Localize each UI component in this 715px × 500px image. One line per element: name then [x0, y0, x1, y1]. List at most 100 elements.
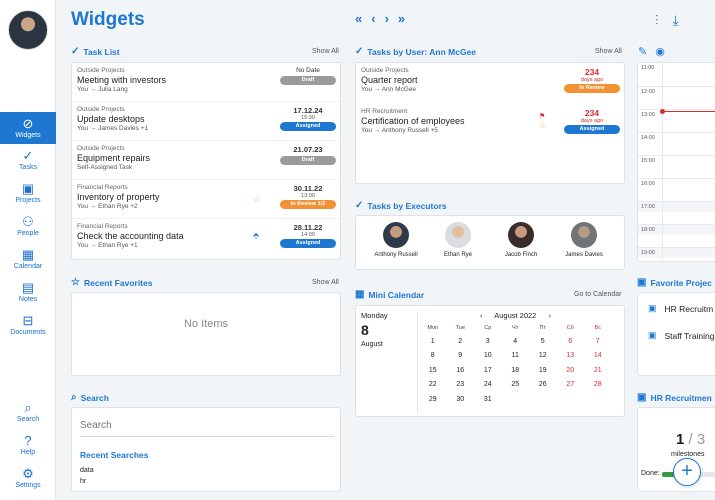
eye-icon[interactable]: ◉: [655, 45, 665, 58]
task-item[interactable]: Outside Projects Update desktops You → J…: [72, 102, 340, 141]
recent-search-item[interactable]: data: [80, 467, 94, 474]
tasks-by-user-show-all-link[interactable]: Show All: [595, 48, 622, 55]
task-item[interactable]: HR Recruitment Certification of employee…: [356, 104, 624, 144]
recent-search-item[interactable]: hr: [80, 478, 86, 485]
calendar-day[interactable]: 1: [419, 334, 447, 349]
calendar-day[interactable]: 29: [419, 392, 447, 407]
weekday-header: Mon: [427, 325, 439, 331]
task-list-title: Task List: [83, 46, 120, 57]
calendar-day[interactable]: 9: [447, 349, 475, 364]
search-header: ⌕ Search: [71, 392, 109, 403]
calendar-day[interactable]: 11: [502, 349, 530, 364]
calendar-day[interactable]: 14: [584, 349, 612, 364]
calendar-day[interactable]: 26: [529, 378, 557, 393]
calendar-day[interactable]: 3: [474, 334, 502, 349]
favorite-projects-card: ▣ HR Recruitm ▣ Staff Training: [637, 292, 715, 376]
calendar-day[interactable]: 18: [502, 363, 530, 378]
favorite-projects-header: ▣ Favorite Projec: [637, 277, 712, 288]
sidebar-item-people[interactable]: ⚇ People: [0, 210, 56, 242]
sidebar-item-search[interactable]: ⌕ Search: [0, 396, 56, 428]
next-arrow-icon[interactable]: ›: [385, 11, 389, 26]
task-list-header: ✓ Task List: [71, 46, 120, 57]
sidebar-item-settings[interactable]: ⚙ Settings: [0, 462, 56, 494]
sidebar-item-label: Widgets: [15, 132, 41, 139]
favorite-project-item[interactable]: ▣ Staff Training: [648, 330, 714, 341]
task-item[interactable]: Outside Projects Meeting with investors …: [72, 63, 340, 102]
favorite-project-item[interactable]: ▣ HR Recruitm: [648, 303, 713, 314]
filter-sliders-icon[interactable]: ⫶: [655, 12, 659, 29]
calendar-day[interactable]: 28: [584, 378, 612, 393]
prev-month-icon[interactable]: ‹: [480, 311, 483, 320]
calendar-day[interactable]: 22: [419, 378, 447, 393]
sidebar-item-help[interactable]: ? Help: [0, 429, 56, 461]
task-list-show-all-link[interactable]: Show All: [312, 48, 339, 55]
edit-icon[interactable]: ✎: [638, 45, 647, 58]
star-icon[interactable]: ☆: [539, 121, 546, 130]
current-time-dot: [660, 109, 665, 114]
sidebar-item-tasks[interactable]: ✓ Tasks: [0, 144, 56, 176]
first-arrow-icon[interactable]: «: [355, 11, 362, 26]
executor-item[interactable]: Jacob Finch: [496, 216, 546, 258]
calendar-day[interactable]: 17: [474, 363, 502, 378]
calendar-day[interactable]: 10: [474, 349, 502, 364]
status-badge: Assigned: [564, 125, 620, 134]
calendar-day[interactable]: 15: [419, 363, 447, 378]
calendar-day[interactable]: 20: [557, 363, 585, 378]
sidebar-item-widgets[interactable]: ⊘ Widgets: [0, 112, 56, 144]
last-arrow-icon[interactable]: »: [398, 11, 405, 26]
milestones-label: milestones: [671, 451, 705, 458]
tasks-by-user-header: ✓ Tasks by User: Ann McGee: [355, 46, 476, 57]
task-time: 13:00: [301, 193, 315, 199]
compass-icon: ⊘: [22, 116, 34, 131]
mini-calendar-card: Monday 8 August ‹ August 2022 › Mon Tue …: [355, 305, 625, 417]
calendar-day[interactable]: 19: [529, 363, 557, 378]
calendar-day[interactable]: 7: [584, 334, 612, 349]
avatar[interactable]: [8, 10, 48, 50]
calendar-day[interactable]: 27: [557, 378, 585, 393]
sidebar-item-projects[interactable]: ▣ Projects: [0, 177, 56, 209]
calendar-day[interactable]: 23: [447, 378, 475, 393]
task-item[interactable]: Outside Projects Quarter report You → An…: [356, 63, 624, 102]
sidebar-item-notes[interactable]: ▤ Notes: [0, 276, 56, 308]
calendar-day[interactable]: 5: [529, 334, 557, 349]
calendar-day[interactable]: 16: [447, 363, 475, 378]
executor-name: Ethan Rye: [443, 252, 473, 258]
calendar-day[interactable]: 4: [502, 334, 530, 349]
calendar-day[interactable]: 6: [557, 334, 585, 349]
calendar-day[interactable]: 2: [447, 334, 475, 349]
calendar-day[interactable]: 30: [447, 392, 475, 407]
day-timeline-card: 11:00 12:00 13:00 14:00 15:00 16:00 17:0…: [637, 62, 715, 263]
milestone-progress: 1 / 3: [676, 431, 706, 448]
executor-item[interactable]: Ethan Rye: [433, 216, 483, 258]
sidebar-item-label: Notes: [18, 296, 38, 303]
flag-icon: ⚑: [539, 113, 546, 120]
star-icon[interactable]: ☆: [253, 195, 260, 204]
calendar-day[interactable]: 24: [474, 378, 502, 393]
prev-arrow-icon[interactable]: ‹: [371, 11, 375, 26]
task-item[interactable]: Financial Reports Inventory of property …: [72, 180, 340, 219]
go-to-calendar-link[interactable]: Go to Calendar: [574, 291, 621, 298]
sidebar-item-label: Documents: [10, 329, 46, 336]
executor-item[interactable]: Anthony Russell: [371, 216, 421, 258]
task-assignee: Self-Assigned Task: [77, 164, 133, 171]
calendar-day[interactable]: 8: [419, 349, 447, 364]
sidebar-item-documents[interactable]: ⊟ Documents: [0, 309, 56, 341]
recent-favorites-show-all-link[interactable]: Show All: [312, 279, 339, 286]
add-button[interactable]: +: [673, 458, 701, 486]
calendar-day[interactable]: 25: [502, 378, 530, 393]
download-icon[interactable]: ⤓: [673, 12, 679, 29]
calendar-day[interactable]: 12: [529, 349, 557, 364]
search-input[interactable]: [80, 414, 334, 437]
calendar-day[interactable]: 21: [584, 363, 612, 378]
divider: [417, 311, 418, 413]
timeline-axis: [662, 63, 663, 263]
task-item[interactable]: Financial Reports Check the accounting d…: [72, 219, 340, 259]
executor-item[interactable]: James Davies: [559, 216, 609, 258]
calendar-day[interactable]: 31: [474, 392, 502, 407]
calendar-day[interactable]: 13: [557, 349, 585, 364]
days-overdue-label: days ago: [580, 118, 604, 124]
sidebar-item-calendar[interactable]: ▦ Calendar: [0, 243, 56, 275]
next-month-icon[interactable]: ›: [548, 311, 551, 320]
task-item[interactable]: Outside Projects Equipment repairs Self-…: [72, 141, 340, 180]
person-icon: ⚇: [22, 214, 34, 229]
